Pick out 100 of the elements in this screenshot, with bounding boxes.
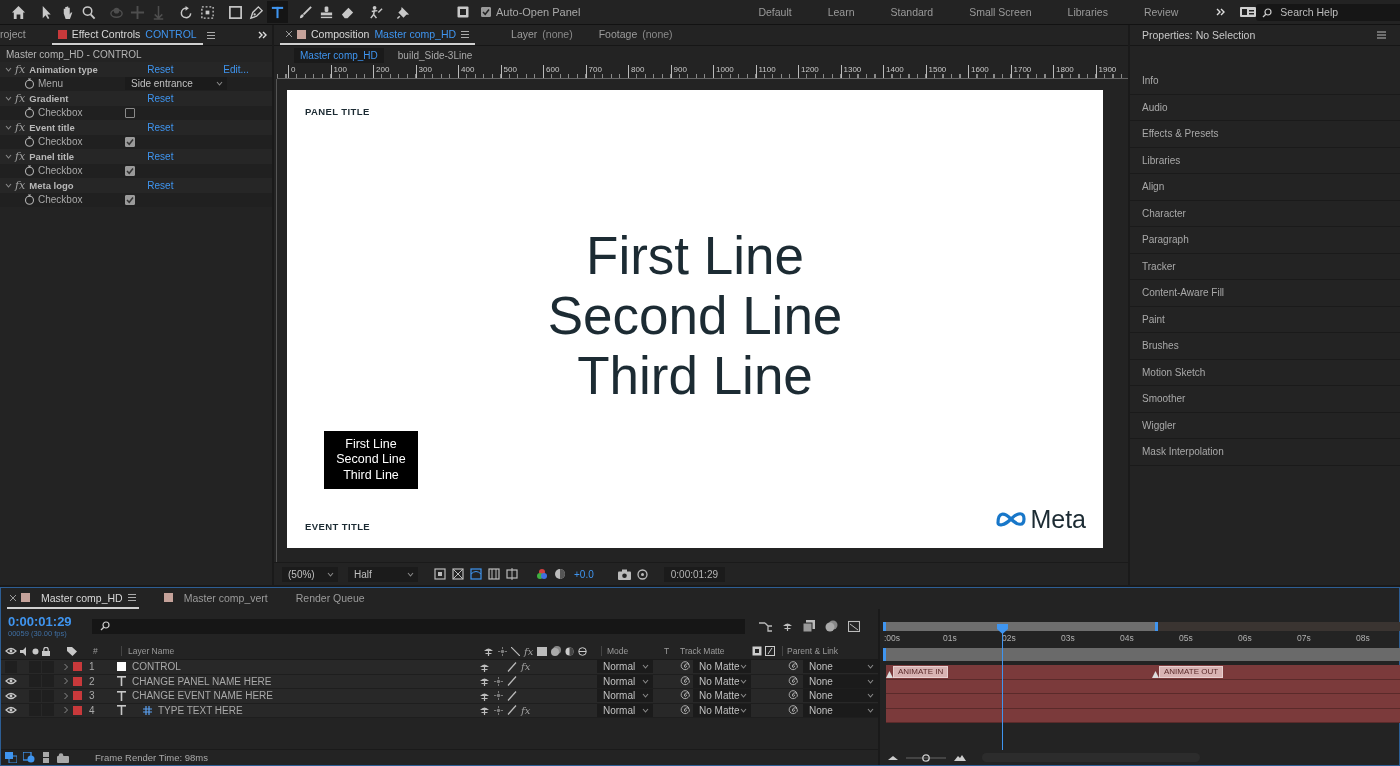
matte-icon[interactable] <box>752 646 762 656</box>
timecode-field[interactable]: 0:00:01:29 <box>663 566 725 582</box>
snapshot-icon[interactable] <box>636 568 648 580</box>
panel-list-item[interactable]: Align <box>1142 181 1165 193</box>
exposure-value[interactable]: +0.0 <box>574 568 594 580</box>
motion-blur-icon[interactable] <box>825 620 838 632</box>
exposure-icon[interactable] <box>554 568 566 580</box>
panel-list-item[interactable]: Content-Aware Fill <box>1142 287 1225 299</box>
more-icon[interactable] <box>258 31 268 39</box>
panel-list-item[interactable]: Paint <box>1142 313 1165 325</box>
panel-list-item[interactable]: Motion Sketch <box>1142 366 1206 378</box>
effects-switch[interactable]: fx <box>521 704 531 716</box>
menu-icon[interactable] <box>127 594 136 601</box>
workspace-tab[interactable]: Review <box>1125 6 1197 18</box>
frame-blend-icon[interactable] <box>537 646 548 656</box>
reset-link[interactable]: Reset <box>147 150 224 162</box>
pickwhip-icon[interactable] <box>680 675 691 687</box>
layer-marker[interactable]: ANIMATE IN <box>893 666 949 678</box>
checkerboard-icon[interactable] <box>452 568 464 580</box>
blend-mode-dropdown[interactable]: Normal <box>597 660 653 674</box>
panel-list-item[interactable]: Brushes <box>1142 340 1179 352</box>
reset-link[interactable]: Reset <box>147 63 224 75</box>
checkbox[interactable] <box>125 165 135 176</box>
workspace-tab[interactable]: Default <box>740 6 810 18</box>
zoom-slider-icon[interactable] <box>906 753 946 762</box>
stopwatch-icon[interactable] <box>24 107 35 119</box>
panel-toggle-icon[interactable] <box>457 6 469 18</box>
search-field[interactable]: Search Help <box>1256 3 1400 21</box>
color-channels-icon[interactable] <box>536 568 548 580</box>
eye-icon[interactable] <box>5 677 17 686</box>
checkbox[interactable] <box>125 107 135 118</box>
tool-button[interactable] <box>267 1 288 23</box>
frame-blend-icon[interactable] <box>803 620 815 632</box>
pickwhip-icon[interactable] <box>680 704 691 716</box>
layer-marker[interactable]: ANIMATE OUT <box>1159 666 1224 678</box>
blend-mode-dropdown[interactable]: Normal <box>597 689 653 703</box>
zoom-dropdown[interactable]: (50%) <box>282 566 338 582</box>
shy-icon[interactable] <box>782 621 793 631</box>
reset-link[interactable]: Reset <box>147 121 224 133</box>
panel-list-item[interactable]: Tracker <box>1142 260 1176 272</box>
camera-icon[interactable] <box>617 568 631 580</box>
panel-list-item[interactable]: Wiggler <box>1142 419 1176 431</box>
comp-flowchart-icon[interactable] <box>5 752 17 763</box>
sun-icon[interactable] <box>494 676 503 686</box>
checkbox[interactable] <box>125 194 135 205</box>
grid-view-icon[interactable] <box>488 568 500 580</box>
reset-link[interactable]: Reset <box>147 179 224 191</box>
layer-name[interactable]: CHANGE EVENT NAME HERE <box>132 690 273 702</box>
timeline-tab[interactable]: Render Queue <box>292 588 368 609</box>
pickwhip-icon[interactable] <box>680 661 691 673</box>
panel-list-item[interactable]: Smoother <box>1142 393 1186 405</box>
shy-icon[interactable] <box>483 646 494 656</box>
resolution-dropdown[interactable]: Half <box>348 566 418 582</box>
zoom-in-icon[interactable] <box>954 754 966 761</box>
eye-icon[interactable] <box>5 706 17 715</box>
viewer-tab[interactable]: Layer (none) <box>505 25 579 45</box>
slash-icon[interactable] <box>507 690 517 701</box>
matte-invert-icon[interactable] <box>765 646 775 656</box>
panel-list-item[interactable]: Effects & Presets <box>1142 128 1219 140</box>
menu-icon[interactable] <box>206 31 215 39</box>
viewer-tab[interactable]: Composition Master comp_HD <box>280 25 476 45</box>
slash-icon[interactable] <box>507 661 517 672</box>
timeline-tab[interactable]: Master comp_vert <box>160 588 271 609</box>
shy-icon[interactable] <box>479 676 490 687</box>
layer-switches-icon[interactable] <box>23 752 35 763</box>
label-color[interactable] <box>73 705 82 715</box>
panel-list-item[interactable]: Mask Interpolation <box>1142 446 1224 458</box>
track-matte-dropdown[interactable]: No Matte <box>693 660 751 674</box>
playhead-icon[interactable] <box>997 624 1008 634</box>
workspace-icon[interactable] <box>1240 7 1257 17</box>
panel-list-item[interactable]: Character <box>1142 207 1186 219</box>
checkbox[interactable] <box>481 7 491 17</box>
solo-icon[interactable] <box>32 647 39 655</box>
menu-dropdown[interactable]: Side entrance <box>125 77 227 91</box>
workspace-tab[interactable]: Learn <box>809 6 873 18</box>
effects-switch[interactable]: fx <box>521 661 531 673</box>
panel-tab[interactable]: Effect Controls CONTROL <box>51 25 203 45</box>
workspace-tab[interactable]: Small Screen <box>951 6 1050 18</box>
layer-name[interactable]: CONTROL <box>132 661 181 673</box>
panel-list-item[interactable]: Info <box>1142 75 1159 87</box>
panel-list-item[interactable]: Audio <box>1142 101 1168 113</box>
stopwatch-icon[interactable] <box>24 136 35 148</box>
menu-icon[interactable] <box>461 30 470 38</box>
stopwatch-icon[interactable] <box>24 194 35 206</box>
pickwhip-icon[interactable] <box>680 690 691 702</box>
adjustment-icon[interactable] <box>565 646 575 656</box>
label-color[interactable] <box>73 676 82 686</box>
stopwatch-icon[interactable] <box>24 78 35 90</box>
layer-search-field[interactable] <box>92 618 745 634</box>
viewer-tab[interactable]: Footage (none) <box>592 25 679 45</box>
pickwhip-icon[interactable] <box>788 661 799 673</box>
motion-blur-icon[interactable] <box>551 646 562 656</box>
menu-icon[interactable] <box>1377 31 1386 39</box>
mask-icon[interactable] <box>470 568 482 580</box>
slash-icon[interactable] <box>507 676 517 687</box>
parent-dropdown[interactable]: None <box>803 660 878 674</box>
layer-duration-bar[interactable]: ANIMATE IN ANIMATE OUT <box>886 665 1400 680</box>
reset-link[interactable]: Reset <box>147 92 224 104</box>
close-icon[interactable] <box>10 594 16 601</box>
lock-icon[interactable] <box>42 646 50 656</box>
